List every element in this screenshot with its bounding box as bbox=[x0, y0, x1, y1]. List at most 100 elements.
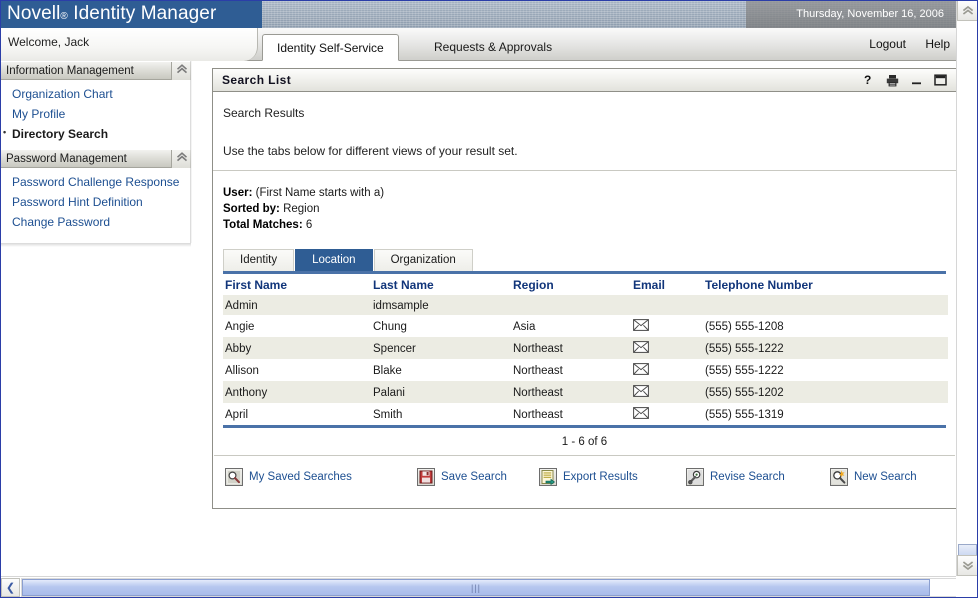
summary-user-row: User: (First Name starts with a) bbox=[223, 185, 956, 201]
mail-icon[interactable] bbox=[633, 322, 649, 334]
product-name: Novell bbox=[7, 3, 60, 24]
sidebar-links-password-management: Password Challenge Response Password Hin… bbox=[0, 168, 191, 237]
export-results-button[interactable]: Export Results bbox=[539, 468, 638, 486]
tab-location[interactable]: Location bbox=[295, 249, 372, 271]
cell-region bbox=[511, 295, 631, 315]
scroll-down-button[interactable] bbox=[957, 555, 978, 576]
product-logo: Novell® Identity Manager bbox=[0, 0, 262, 28]
revise-search-button[interactable]: Revise Search bbox=[686, 468, 785, 486]
cell-region: Asia bbox=[511, 315, 631, 337]
tab-identity[interactable]: Identity bbox=[223, 249, 294, 271]
table-header-row: First Name Last Name Region Email Teleph… bbox=[223, 274, 948, 295]
cell-email bbox=[631, 403, 703, 425]
table-row[interactable]: Allison Blake Northeast bbox=[223, 359, 948, 381]
table-row[interactable]: Angie Chung Asia bbox=[223, 315, 948, 337]
horizontal-scrollbar[interactable]: ❮ ||| ❯ bbox=[0, 576, 978, 598]
welcome-message: Welcome, Jack bbox=[8, 35, 89, 49]
search-results-heading: Search Results bbox=[223, 106, 956, 120]
scrollbar-corner bbox=[956, 576, 978, 598]
current-date: Thursday, November 16, 2006 bbox=[796, 0, 944, 28]
help-link[interactable]: Help bbox=[925, 37, 950, 51]
cell-first-name: Angie bbox=[223, 315, 371, 337]
column-header-email[interactable]: Email bbox=[631, 274, 703, 295]
registered-mark-icon: ® bbox=[60, 11, 67, 22]
sidebar-links-information-management: Organization Chart My Profile Directory … bbox=[0, 80, 191, 149]
new-search-button[interactable]: New Search bbox=[830, 468, 917, 486]
sidebar-item-organization-chart[interactable]: Organization Chart bbox=[0, 84, 191, 104]
vertical-scrollbar[interactable] bbox=[956, 0, 978, 576]
cell-first-name: April bbox=[223, 403, 371, 425]
tab-organization[interactable]: Organization bbox=[374, 249, 473, 271]
cell-telephone bbox=[703, 295, 948, 315]
my-saved-searches-button[interactable]: My Saved Searches bbox=[225, 468, 352, 486]
revise-search-icon bbox=[686, 468, 704, 486]
cell-first-name: Anthony bbox=[223, 381, 371, 403]
column-header-region[interactable]: Region bbox=[511, 274, 631, 295]
chevron-up-icon[interactable] bbox=[171, 62, 191, 80]
search-results-hint: Use the tabs below for different views o… bbox=[223, 144, 956, 158]
summary-matches-value: 6 bbox=[306, 219, 312, 231]
cell-last-name: Blake bbox=[371, 359, 511, 381]
column-header-telephone[interactable]: Telephone Number bbox=[703, 274, 948, 295]
help-icon[interactable]: ? bbox=[861, 72, 876, 88]
action-label: My Saved Searches bbox=[249, 471, 352, 483]
summary-sorted-row: Sorted by: Region bbox=[223, 201, 956, 217]
vertical-scroll-track[interactable] bbox=[957, 21, 978, 555]
table-row[interactable]: Abby Spencer Northeast bbox=[223, 337, 948, 359]
tab-identity-self-service[interactable]: Identity Self-Service bbox=[262, 34, 399, 61]
action-label: Save Search bbox=[441, 471, 507, 483]
cell-telephone: (555) 555-1319 bbox=[703, 403, 948, 425]
sidebar-item-password-challenge-response[interactable]: Password Challenge Response bbox=[0, 172, 191, 192]
column-header-last-name[interactable]: Last Name bbox=[371, 274, 511, 295]
mail-icon[interactable] bbox=[633, 366, 649, 378]
mail-icon[interactable] bbox=[633, 410, 649, 422]
scroll-left-button[interactable]: ❮ bbox=[1, 578, 20, 597]
horizontal-scroll-track[interactable]: ||| bbox=[21, 578, 957, 597]
cell-email bbox=[631, 337, 703, 359]
mail-icon[interactable] bbox=[633, 344, 649, 356]
session-links: Logout Help bbox=[853, 37, 950, 51]
action-label: Revise Search bbox=[710, 471, 785, 483]
portlet-title-bar: Search List ? bbox=[213, 69, 956, 92]
cell-telephone: (555) 555-1222 bbox=[703, 359, 948, 381]
summary-user-label: User: bbox=[223, 187, 252, 199]
logout-link[interactable]: Logout bbox=[869, 37, 906, 51]
floppy-disk-icon bbox=[417, 468, 435, 486]
column-header-first-name[interactable]: First Name bbox=[223, 274, 371, 295]
result-range-text: 1 - 6 of 6 bbox=[214, 428, 955, 456]
cell-first-name: Abby bbox=[223, 337, 371, 359]
cell-last-name: Spencer bbox=[371, 337, 511, 359]
table-row[interactable]: April Smith Northeast bbox=[223, 403, 948, 425]
chevron-up-icon[interactable] bbox=[171, 150, 191, 168]
save-search-button[interactable]: Save Search bbox=[417, 468, 507, 486]
cell-email bbox=[631, 359, 703, 381]
sidebar-section-information-management: Information Management bbox=[0, 61, 191, 80]
page-title: Search List bbox=[222, 73, 291, 87]
summary-matches-label: Total Matches: bbox=[223, 219, 303, 231]
action-label: New Search bbox=[854, 471, 917, 483]
mail-icon[interactable] bbox=[633, 388, 649, 400]
sidebar-item-my-profile[interactable]: My Profile bbox=[0, 104, 191, 124]
action-label: Export Results bbox=[563, 471, 638, 483]
summary-sorted-value: Region bbox=[283, 203, 319, 215]
portlet-tool-buttons: ? bbox=[861, 72, 948, 88]
cell-telephone: (555) 555-1202 bbox=[703, 381, 948, 403]
application-window: Novell® Identity Manager Thursday, Novem… bbox=[0, 0, 978, 598]
cell-region: Northeast bbox=[511, 337, 631, 359]
print-icon[interactable] bbox=[885, 72, 900, 88]
search-list-portlet: Search List ? bbox=[212, 68, 956, 509]
scroll-up-button[interactable] bbox=[957, 0, 978, 21]
horizontal-scroll-thumb[interactable]: ||| bbox=[22, 579, 930, 596]
summary-user-value: (First Name starts with a) bbox=[256, 187, 384, 199]
maximize-icon[interactable] bbox=[933, 72, 948, 88]
sidebar-item-directory-search[interactable]: Directory Search bbox=[0, 124, 191, 144]
table-row[interactable]: Admin idmsample bbox=[223, 295, 948, 315]
sidebar-item-change-password[interactable]: Change Password bbox=[0, 212, 191, 232]
tab-requests-approvals[interactable]: Requests & Approvals bbox=[420, 34, 566, 61]
table-row[interactable]: Anthony Palani Northeast bbox=[223, 381, 948, 403]
minimize-icon[interactable] bbox=[909, 72, 924, 88]
export-icon bbox=[539, 468, 557, 486]
cell-region: Northeast bbox=[511, 381, 631, 403]
sidebar-item-password-hint-definition[interactable]: Password Hint Definition bbox=[0, 192, 191, 212]
top-navigation-bar: Welcome, Jack Identity Self-Service Requ… bbox=[0, 28, 956, 61]
